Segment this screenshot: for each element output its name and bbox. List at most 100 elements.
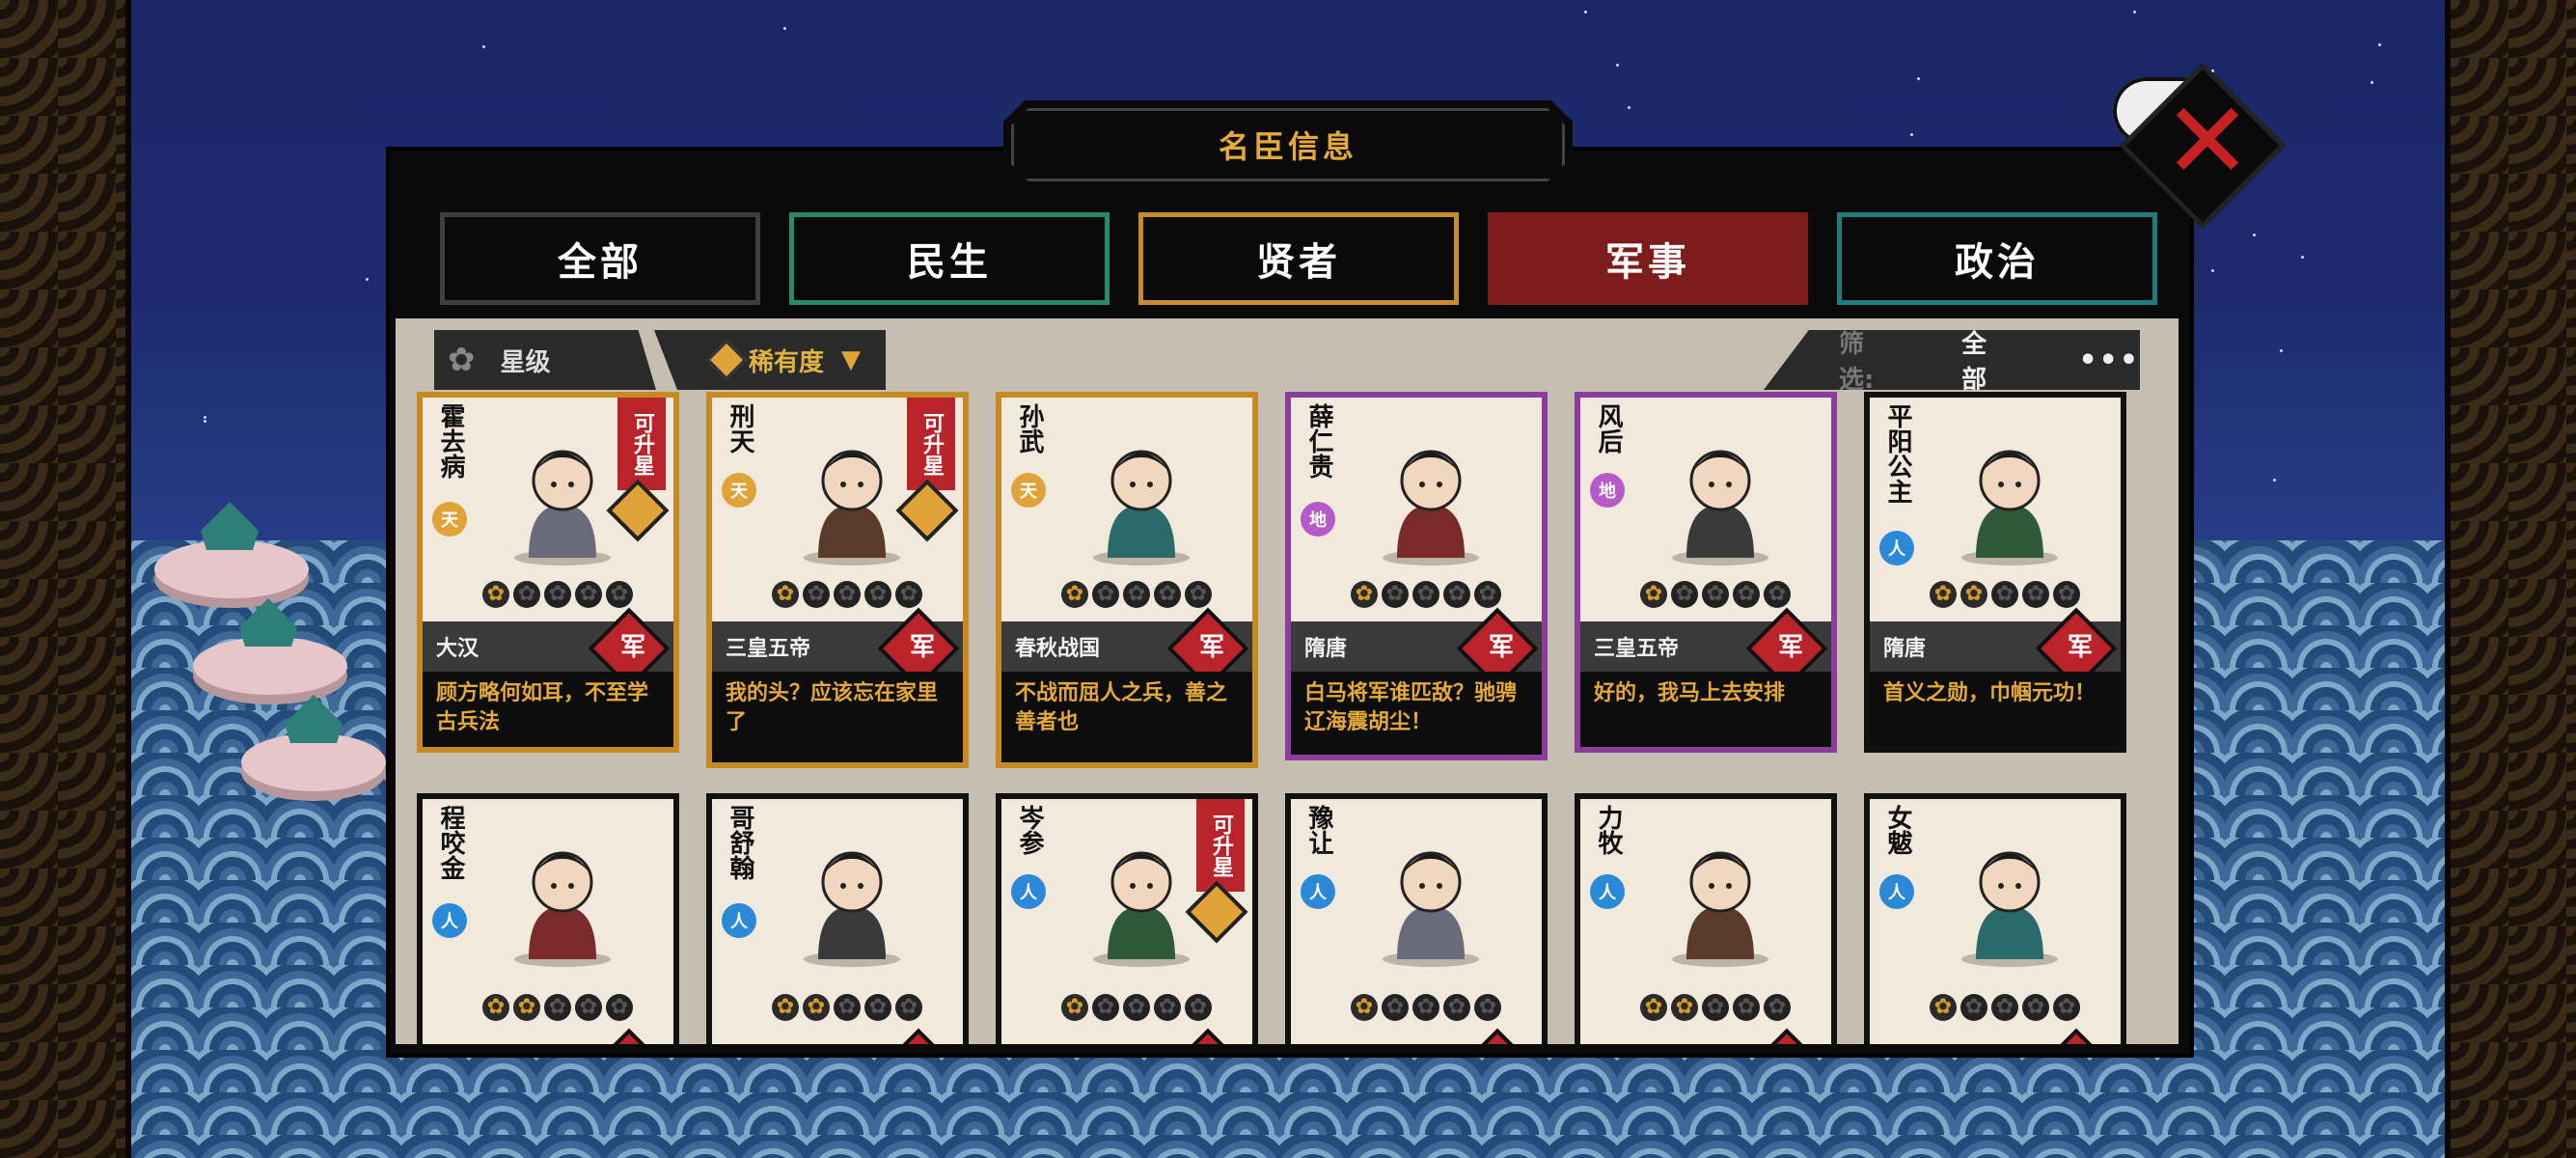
floating-island	[154, 540, 309, 598]
minister-name: 霍去病	[432, 403, 465, 479]
minister-card[interactable]: 程咬金人✿✿✿✿✿军	[417, 793, 679, 1044]
rank-badge: 人	[432, 903, 467, 938]
tab-military[interactable]: 军事	[1488, 212, 1808, 305]
star-empty-icon: ✿	[864, 994, 891, 1021]
star-empty-icon: ✿	[864, 581, 891, 608]
military-badge: 军	[1768, 621, 1814, 668]
star-empty-icon: ✿	[834, 994, 861, 1021]
star-sort-label: 星级	[501, 343, 551, 378]
sky-star	[2253, 234, 2256, 236]
star-rating: ✿ ✿ ✿ ✿ ✿	[1908, 581, 2101, 608]
floating-island	[193, 637, 347, 695]
star-empty-icon: ✿	[895, 581, 922, 608]
minister-card[interactable]: 岑参人可升星✿✿✿✿✿军	[996, 793, 1258, 1044]
rank-badge: 地	[1590, 473, 1625, 508]
minister-portrait	[1648, 413, 1793, 567]
minister-portrait	[780, 413, 924, 567]
rank-badge: 人	[722, 903, 756, 938]
star-empty-icon: ✿	[1382, 581, 1409, 608]
minister-name: 力牧	[1590, 805, 1623, 855]
star-empty-icon: ✿	[1412, 581, 1439, 608]
star-empty-icon: ✿	[1092, 994, 1119, 1021]
star-rating: ✿ ✿ ✿ ✿ ✿	[1619, 581, 1812, 608]
star-filled-icon: ✿	[1351, 994, 1378, 1021]
minister-quote: 好的，我马上去安排	[1580, 672, 1831, 747]
minister-portrait	[490, 814, 635, 969]
filter-dropdown[interactable]: 筛选: 全部 •••	[1764, 330, 2140, 390]
minister-name: 刑天	[722, 403, 754, 454]
minister-card[interactable]: 霍去病天可升星 ✿ ✿ ✿ ✿ ✿ 大汉军顾方略何如耳，不至学古兵法	[417, 392, 679, 753]
minister-card[interactable]: 力牧人✿✿✿✿✿军	[1575, 793, 1837, 1044]
star-empty-icon: ✿	[1960, 994, 1987, 1021]
rarity-sort-button[interactable]: 稀有度 ▼	[654, 330, 886, 390]
more-options-icon[interactable]: •••	[2078, 344, 2140, 377]
minister-name: 女魃	[1879, 805, 1912, 855]
military-badge: 军	[1478, 621, 1524, 668]
title-plate: 名臣信息	[1003, 100, 1573, 189]
star-rating: ✿ ✿ ✿ ✿ ✿	[1040, 581, 1233, 608]
card-list-area[interactable]: ✿ 星级 稀有度 ▼ 筛选: 全部 ••• 霍去病天可升星 ✿ ✿ ✿ ✿ ✿ 大汉军顾方略…	[396, 318, 2179, 1044]
star-empty-icon: ✿	[1092, 581, 1119, 608]
star-empty-icon: ✿	[1123, 581, 1150, 608]
sky-star	[1628, 106, 1631, 109]
minister-card[interactable]: 风后地 ✿ ✿ ✿ ✿ ✿ 三皇五帝军好的，我马上去安排	[1575, 392, 1837, 753]
minister-portrait	[1648, 814, 1793, 969]
tab-sages[interactable]: 贤者	[1138, 212, 1459, 305]
floating-island	[241, 733, 386, 791]
star-filled-icon: ✿	[1061, 994, 1088, 1021]
star-filled-icon: ✿	[1640, 581, 1667, 608]
star-filled-icon: ✿	[772, 581, 799, 608]
rank-badge: 人	[1590, 874, 1625, 909]
star-empty-icon: ✿	[1154, 994, 1181, 1021]
star-empty-icon: ✿	[803, 581, 830, 608]
star-empty-icon: ✿	[1382, 994, 1409, 1021]
star-empty-icon: ✿	[1991, 581, 2018, 608]
star-filled-icon: ✿	[513, 994, 540, 1021]
star-empty-icon: ✿	[575, 994, 602, 1021]
tab-livelihood[interactable]: 民生	[789, 212, 1110, 305]
star-sort-button[interactable]: ✿ 星级	[434, 330, 656, 390]
military-badge: 军	[610, 621, 656, 668]
minister-card[interactable]: 薛仁贵地 ✿ ✿ ✿ ✿ ✿ 隋唐军白马将军谁匹敌？驰骋辽海震胡尘！	[1285, 392, 1548, 760]
minister-card[interactable]: 孙武天 ✿ ✿ ✿ ✿ ✿ 春秋战国军不战而屈人之兵，善之善者也	[996, 392, 1258, 768]
star-empty-icon: ✿	[2022, 581, 2049, 608]
star-rating: ✿ ✿ ✿ ✿ ✿	[751, 994, 944, 1021]
rank-badge: 天	[1011, 473, 1046, 508]
minister-name: 哥舒翰	[722, 805, 754, 880]
star-empty-icon: ✿	[2022, 994, 2049, 1021]
star-rating: ✿ ✿ ✿ ✿ ✿	[1040, 994, 1233, 1021]
star-empty-icon: ✿	[2053, 581, 2080, 608]
minister-card[interactable]: 女魃人✿✿✿✿✿军	[1864, 793, 2126, 1044]
star-rating: ✿ ✿ ✿ ✿ ✿	[461, 581, 654, 608]
minister-card[interactable]: 平阳公主人 ✿ ✿ ✿ ✿ ✿ 隋唐军首义之勋，巾帼元功！	[1864, 392, 2126, 753]
star-empty-icon: ✿	[606, 994, 633, 1021]
tab-all[interactable]: 全部	[440, 212, 760, 305]
star-empty-icon: ✿	[1764, 994, 1791, 1021]
minister-card[interactable]: 豫让人✿✿✿✿✿军	[1285, 793, 1548, 1044]
left-decorative-border	[0, 0, 131, 1158]
star-empty-icon: ✿	[606, 581, 633, 608]
minister-portrait	[1069, 413, 1214, 567]
military-badge: 军	[899, 1042, 945, 1044]
military-badge: 军	[2057, 621, 2103, 668]
star-filled-icon: ✿	[1351, 581, 1378, 608]
minister-card[interactable]: 哥舒翰人 ✿✿✿✿✿ 军	[706, 793, 969, 1044]
close-button[interactable]: ✕	[2113, 77, 2267, 232]
sky-star	[2301, 256, 2304, 259]
star-empty-icon: ✿	[1702, 994, 1729, 1021]
star-empty-icon: ✿	[2053, 994, 2080, 1021]
star-filled-icon: ✿	[803, 994, 830, 1021]
minister-portrait	[1937, 814, 2082, 969]
minister-name: 豫让	[1301, 805, 1333, 855]
star-filled-icon: ✿	[482, 581, 509, 608]
minister-portrait	[780, 814, 924, 969]
tab-politics[interactable]: 政治	[1837, 212, 2157, 305]
minister-card[interactable]: 刑天天可升星 ✿ ✿ ✿ ✿ ✿ 三皇五帝军我的头？应该忘在家里了	[706, 392, 969, 768]
upgrade-star-tag: 可升星	[1196, 799, 1245, 892]
star-empty-icon: ✿	[1671, 581, 1698, 608]
sky-star	[2273, 479, 2276, 482]
military-badge: 军	[2057, 1042, 2103, 1044]
star-filled-icon: ✿	[1930, 994, 1957, 1021]
sky-star	[482, 45, 485, 48]
sky-star	[2370, 81, 2373, 84]
